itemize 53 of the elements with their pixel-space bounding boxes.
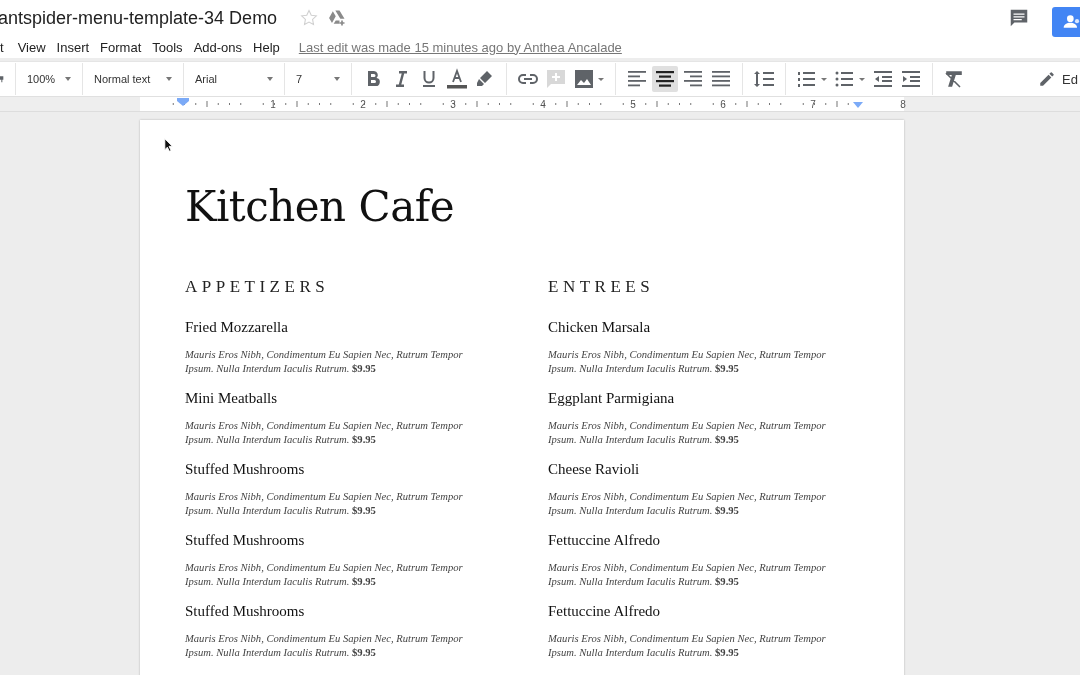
dish-name: Fettuccine Alfredo — [548, 532, 662, 549]
menu-item[interactable]: Insert — [56, 39, 99, 55]
section-heading: ENTREES — [548, 277, 656, 297]
ruler-number: 7 — [810, 98, 816, 110]
star-icon[interactable] — [299, 8, 320, 28]
menu-item[interactable]: View — [17, 39, 55, 55]
font-dropdown[interactable]: Arial — [191, 73, 277, 85]
dish-name: Stuffed Mushrooms — [185, 461, 306, 478]
ruler-number: 8 — [900, 98, 906, 110]
dish-name: Stuffed Mushrooms — [185, 532, 306, 549]
dish-description: Mauris Eros Nibh, Condimentum Eu Sapien Nec, Rutrum Tempor Ipsum. Nulla Interdum Iaculis Rutrum. $9.95 — [548, 632, 827, 660]
dish-name: Chicken Marsala — [548, 319, 652, 336]
ruler-number: 5 — [630, 98, 636, 110]
dish-name: Cheese Ravioli — [548, 461, 641, 478]
style-dropdown[interactable]: Normal text — [90, 73, 176, 85]
dish-name: Fettuccine Alfredo — [548, 603, 662, 620]
editing-mode-button[interactable]: Ed — [1038, 70, 1078, 88]
pencil-icon — [1038, 70, 1057, 88]
dish-description: Mauris Eros Nibh, Condimentum Eu Sapien Nec, Rutrum Tempor Ipsum. Nulla Interdum Iaculis Rutrum. $9.95 — [185, 632, 464, 660]
dish-name: Mini Meatballs — [185, 390, 279, 407]
dish-name: Stuffed Mushrooms — [185, 603, 306, 620]
ruler-number: 3 — [450, 98, 456, 110]
dish-description: Mauris Eros Nibh, Condimentum Eu Sapien Nec, Rutrum Tempor Ipsum. Nulla Interdum Iaculis Rutrum. $9.95 — [548, 419, 827, 447]
zoom-dropdown[interactable]: 100% — [23, 73, 75, 85]
dish-name: Fried Mozzarella — [185, 319, 289, 336]
ruler-number: 1 — [270, 98, 276, 110]
dish-description: Mauris Eros Nibh, Condimentum Eu Sapien Nec, Rutrum Tempor Ipsum. Nulla Interdum Iaculis Rutrum. $9.95 — [185, 490, 464, 518]
menu-item[interactable]: Add-ons — [193, 39, 252, 55]
section-heading: APPETIZERS — [185, 277, 331, 297]
share-button[interactable] — [1052, 7, 1080, 37]
dish-description: Mauris Eros Nibh, Condimentum Eu Sapien Nec, Rutrum Tempor Ipsum. Nulla Interdum Iaculis Rutrum. $9.95 — [548, 490, 827, 518]
menu-item[interactable]: Tools — [152, 39, 192, 55]
menu-item[interactable]: Help — [253, 39, 289, 55]
text-color-icon[interactable] — [445, 67, 469, 91]
image-icon[interactable] — [572, 67, 606, 91]
dish-description: Mauris Eros Nibh, Condimentum Eu Sapien Nec, Rutrum Tempor Ipsum. Nulla Interdum Iaculis Rutrum. $9.95 — [185, 561, 464, 589]
last-edit-link[interactable]: Last edit was made 15 minutes ago by Anthea Ancalade — [298, 39, 622, 55]
margin-marker[interactable] — [853, 102, 863, 108]
alignment-button[interactable] — [652, 66, 678, 92]
dish-description: Mauris Eros Nibh, Condimentum Eu Sapien Nec, Rutrum Tempor Ipsum. Nulla Interdum Iaculis Rutrum. $9.95 — [185, 348, 464, 376]
dish-description: Mauris Eros Nibh, Condimentum Eu Sapien Nec, Rutrum Tempor Ipsum. Nulla Interdum Iaculis Rutrum. $9.95 — [548, 561, 827, 589]
drive-add-icon[interactable] — [327, 8, 348, 28]
menu-item[interactable]: Format — [100, 39, 151, 55]
menu-heading: Kitchen Cafe — [185, 182, 456, 231]
ruler-number: 4 — [540, 98, 546, 110]
mouse-cursor-icon — [164, 138, 174, 153]
ruler-number: 6 — [720, 98, 726, 110]
font-size-dropdown[interactable]: 7 — [292, 73, 344, 85]
menu-item[interactable]: t — [0, 39, 16, 55]
dish-description: Mauris Eros Nibh, Condimentum Eu Sapien Nec, Rutrum Tempor Ipsum. Nulla Interdum Iaculis Rutrum. $9.95 — [185, 419, 464, 447]
ruler-number: 2 — [360, 98, 366, 110]
dish-name: Eggplant Parmigiana — [548, 390, 676, 407]
dish-description: Mauris Eros Nibh, Condimentum Eu Sapien Nec, Rutrum Tempor Ipsum. Nulla Interdum Iaculis Rutrum. $9.95 — [548, 348, 827, 376]
